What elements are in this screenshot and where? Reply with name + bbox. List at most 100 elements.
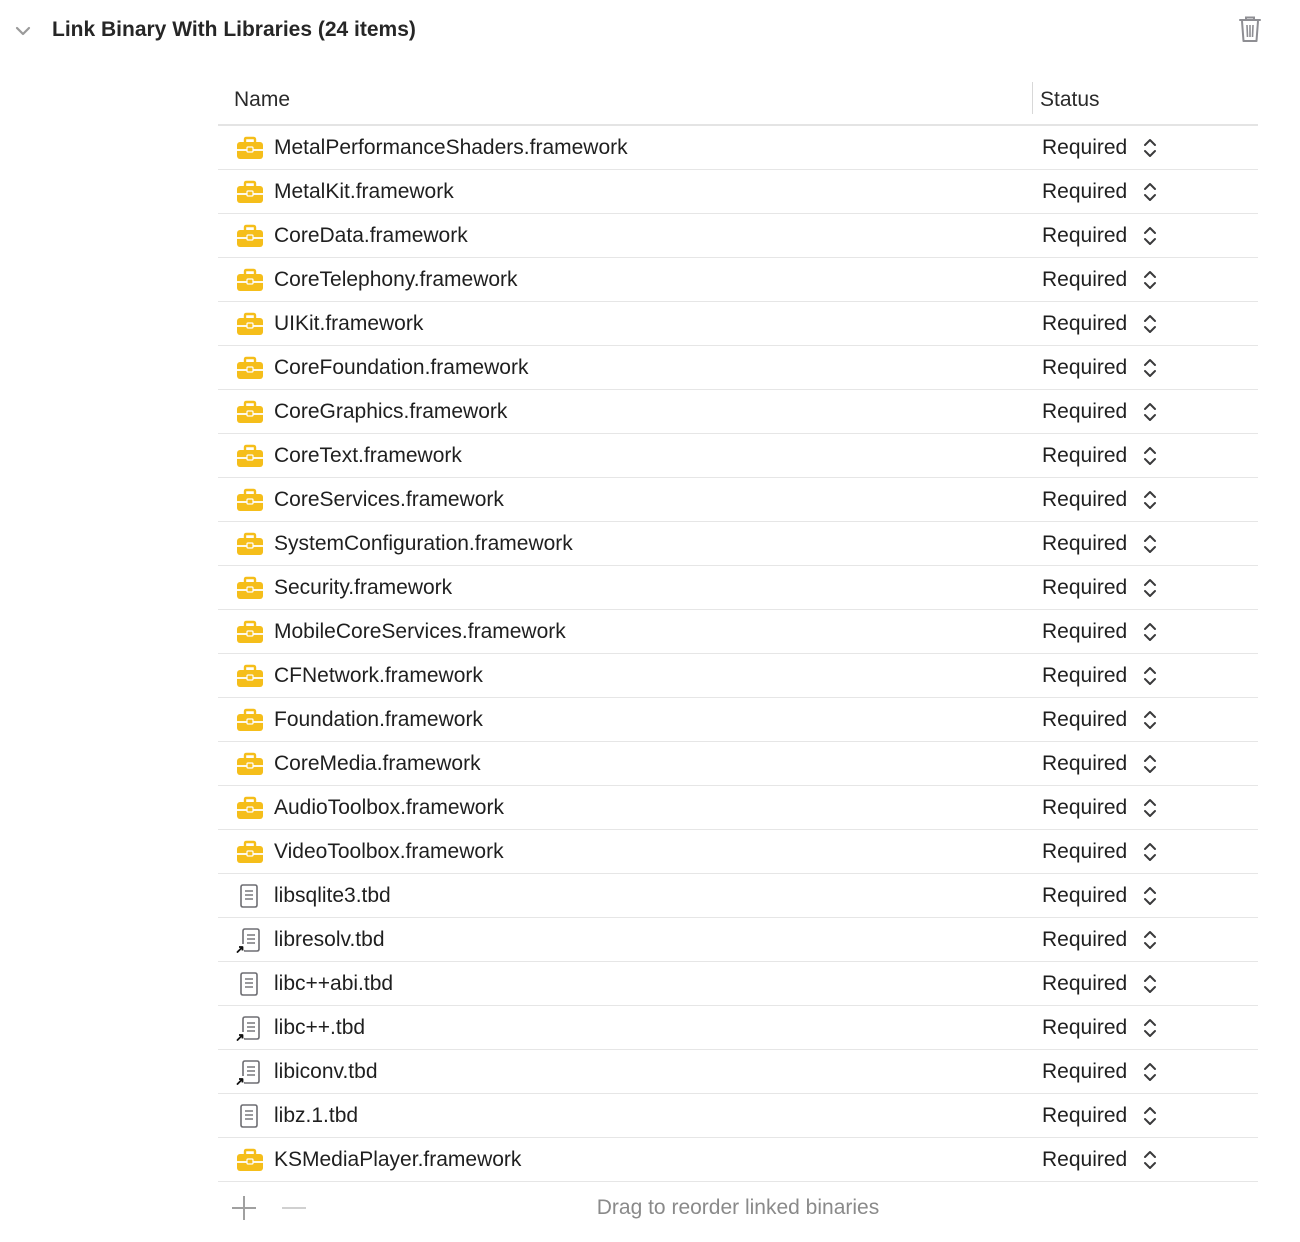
tbd-file-icon (236, 883, 264, 909)
library-name: MetalPerformanceShaders.framework (274, 136, 628, 159)
disclosure-chevron-icon[interactable] (12, 20, 34, 42)
table-row[interactable]: libresolv.tbd Required (218, 918, 1258, 962)
table-row[interactable]: MetalKit.framework Required (218, 170, 1258, 214)
table-row[interactable]: KSMediaPlayer.framework Required (218, 1138, 1258, 1182)
updown-chevron-icon[interactable] (1142, 972, 1158, 996)
updown-chevron-icon[interactable] (1142, 620, 1158, 644)
status-popup[interactable]: Required (1042, 882, 1127, 910)
status-popup[interactable]: Required (1042, 926, 1127, 954)
table-row[interactable]: CoreGraphics.framework Required (218, 390, 1258, 434)
status-popup[interactable]: Required (1042, 530, 1127, 558)
table-row[interactable]: VideoToolbox.framework Required (218, 830, 1258, 874)
updown-chevron-icon[interactable] (1142, 488, 1158, 512)
framework-toolbox-icon (236, 443, 264, 469)
linked-binaries-table: Name Status MetalPerformanceShaders.fram… (218, 78, 1258, 1182)
updown-chevron-icon[interactable] (1142, 576, 1158, 600)
status-popup[interactable]: Required (1042, 354, 1127, 382)
updown-chevron-icon[interactable] (1142, 1104, 1158, 1128)
framework-toolbox-icon (236, 355, 264, 381)
status-popup[interactable]: Required (1042, 1102, 1127, 1130)
section-title: Link Binary With Libraries (24 items) (52, 18, 416, 41)
tbd-file-alias-icon (236, 1059, 264, 1085)
table-row[interactable]: Foundation.framework Required (218, 698, 1258, 742)
status-popup[interactable]: Required (1042, 618, 1127, 646)
column-header-name[interactable]: Name (234, 86, 290, 114)
status-popup[interactable]: Required (1042, 222, 1127, 250)
updown-chevron-icon[interactable] (1142, 1060, 1158, 1084)
framework-toolbox-icon (236, 311, 264, 337)
updown-chevron-icon[interactable] (1142, 884, 1158, 908)
status-popup[interactable]: Required (1042, 266, 1127, 294)
framework-toolbox-icon (236, 267, 264, 293)
table-row[interactable]: MobileCoreServices.framework Required (218, 610, 1258, 654)
table-row[interactable]: AudioToolbox.framework Required (218, 786, 1258, 830)
table-row[interactable]: CoreTelephony.framework Required (218, 258, 1258, 302)
updown-chevron-icon[interactable] (1142, 840, 1158, 864)
status-popup[interactable]: Required (1042, 134, 1127, 162)
table-row[interactable]: CoreFoundation.framework Required (218, 346, 1258, 390)
column-divider[interactable] (1032, 82, 1033, 114)
updown-chevron-icon[interactable] (1142, 136, 1158, 160)
status-popup[interactable]: Required (1042, 486, 1127, 514)
updown-chevron-icon[interactable] (1142, 224, 1158, 248)
status-popup[interactable]: Required (1042, 310, 1127, 338)
library-name: SystemConfiguration.framework (274, 532, 573, 555)
tbd-file-alias-icon (236, 927, 264, 953)
library-name: libsqlite3.tbd (274, 884, 391, 907)
updown-chevron-icon[interactable] (1142, 532, 1158, 556)
updown-chevron-icon[interactable] (1142, 180, 1158, 204)
table-row[interactable]: MetalPerformanceShaders.framework Require… (218, 126, 1258, 170)
table-footer: Drag to reorder linked binaries (218, 1184, 1258, 1234)
table-row[interactable]: libz.1.tbd Required (218, 1094, 1258, 1138)
column-header-status[interactable]: Status (1040, 86, 1100, 114)
library-name: Security.framework (274, 576, 453, 599)
updown-chevron-icon[interactable] (1142, 444, 1158, 468)
updown-chevron-icon[interactable] (1142, 268, 1158, 292)
trash-icon[interactable] (1236, 14, 1264, 44)
framework-toolbox-icon (236, 223, 264, 249)
library-name: CoreGraphics.framework (274, 400, 508, 423)
updown-chevron-icon[interactable] (1142, 664, 1158, 688)
updown-chevron-icon[interactable] (1142, 312, 1158, 336)
updown-chevron-icon[interactable] (1142, 708, 1158, 732)
table-row[interactable]: CFNetwork.framework Required (218, 654, 1258, 698)
status-popup[interactable]: Required (1042, 442, 1127, 470)
status-popup[interactable]: Required (1042, 838, 1127, 866)
status-popup[interactable]: Required (1042, 398, 1127, 426)
status-popup[interactable]: Required (1042, 970, 1127, 998)
status-popup[interactable]: Required (1042, 662, 1127, 690)
table-row[interactable]: libiconv.tbd Required (218, 1050, 1258, 1094)
table-row[interactable]: UIKit.framework Required (218, 302, 1258, 346)
library-name: CoreTelephony.framework (274, 268, 518, 291)
status-popup[interactable]: Required (1042, 1058, 1127, 1086)
table-row[interactable]: SystemConfiguration.framework Required (218, 522, 1258, 566)
status-popup[interactable]: Required (1042, 1146, 1127, 1174)
framework-toolbox-icon (236, 531, 264, 557)
status-popup[interactable]: Required (1042, 574, 1127, 602)
table-row[interactable]: libc++abi.tbd Required (218, 962, 1258, 1006)
updown-chevron-icon[interactable] (1142, 400, 1158, 424)
framework-toolbox-icon (236, 663, 264, 689)
table-row[interactable]: libsqlite3.tbd Required (218, 874, 1258, 918)
updown-chevron-icon[interactable] (1142, 1148, 1158, 1172)
status-popup[interactable]: Required (1042, 1014, 1127, 1042)
table-row[interactable]: CoreMedia.framework Required (218, 742, 1258, 786)
table-row[interactable]: CoreData.framework Required (218, 214, 1258, 258)
library-name: libz.1.tbd (274, 1104, 359, 1127)
updown-chevron-icon[interactable] (1142, 796, 1158, 820)
status-popup[interactable]: Required (1042, 750, 1127, 778)
status-popup[interactable]: Required (1042, 178, 1127, 206)
updown-chevron-icon[interactable] (1142, 928, 1158, 952)
framework-toolbox-icon (236, 751, 264, 777)
updown-chevron-icon[interactable] (1142, 356, 1158, 380)
tbd-file-alias-icon (236, 1015, 264, 1041)
table-row[interactable]: CoreServices.framework Required (218, 478, 1258, 522)
status-popup[interactable]: Required (1042, 794, 1127, 822)
updown-chevron-icon[interactable] (1142, 752, 1158, 776)
updown-chevron-icon[interactable] (1142, 1016, 1158, 1040)
library-name: AudioToolbox.framework (274, 796, 504, 819)
table-row[interactable]: Security.framework Required (218, 566, 1258, 610)
table-row[interactable]: libc++.tbd Required (218, 1006, 1258, 1050)
table-row[interactable]: CoreText.framework Required (218, 434, 1258, 478)
status-popup[interactable]: Required (1042, 706, 1127, 734)
